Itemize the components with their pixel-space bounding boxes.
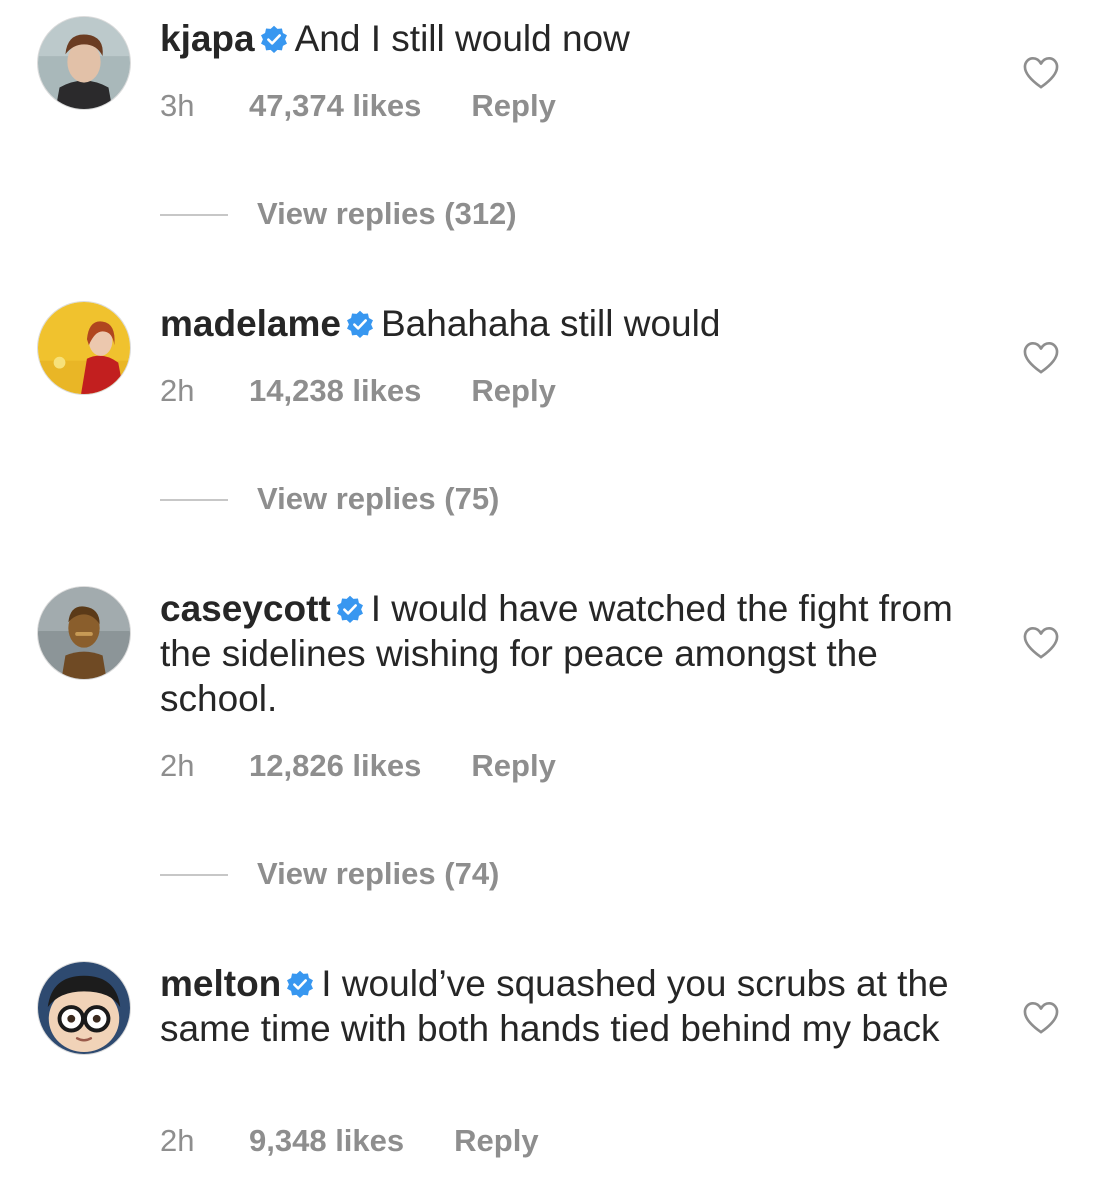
likes-count[interactable]: 14,238 likes [249, 373, 421, 409]
avatar[interactable] [37, 16, 131, 110]
verified-badge-icon [259, 25, 289, 55]
likes-count[interactable]: 47,374 likes [249, 88, 421, 124]
comment-text-block: caseycott I would have watched the fight … [160, 586, 960, 721]
comment-text: And I still would now [294, 18, 630, 59]
comment-time: 2h [160, 1123, 195, 1158]
comment-text: Bahahaha still would [381, 303, 721, 344]
comment-meta: 2h 9,348 likes Reply [160, 1123, 539, 1159]
replies-divider [160, 874, 228, 876]
comment-meta: 2h 14,238 likes Reply [160, 373, 556, 409]
comment-username[interactable]: caseycott [160, 588, 331, 629]
avatar[interactable] [37, 586, 131, 680]
heart-outline-icon[interactable] [1022, 626, 1060, 660]
comment-time: 3h [160, 88, 195, 123]
reply-button[interactable]: Reply [471, 748, 555, 784]
reply-button[interactable]: Reply [471, 373, 555, 409]
view-replies-button[interactable]: View replies (312) [257, 194, 517, 234]
replies-divider [160, 214, 228, 216]
comment-text-block: madelame Bahahaha still would [160, 301, 960, 346]
likes-count[interactable]: 12,826 likes [249, 748, 421, 784]
comment-username[interactable]: madelame [160, 303, 341, 344]
view-replies-button[interactable]: View replies (75) [257, 479, 499, 519]
comment-username[interactable]: kjapa [160, 18, 255, 59]
view-replies-button[interactable]: View replies (74) [257, 854, 499, 894]
reply-button[interactable]: Reply [471, 88, 555, 124]
comment-meta: 3h 47,374 likes Reply [160, 88, 556, 124]
verified-badge-icon [345, 310, 375, 340]
replies-divider [160, 499, 228, 501]
comment-text-block: kjapa And I still would now [160, 16, 960, 61]
avatar[interactable] [37, 961, 131, 1055]
likes-count[interactable]: 9,348 likes [249, 1123, 404, 1159]
comment-username[interactable]: melton [160, 963, 281, 1004]
reply-button[interactable]: Reply [454, 1123, 538, 1159]
comment-time: 2h [160, 748, 195, 783]
avatar[interactable] [37, 301, 131, 395]
comment-meta: 2h 12,826 likes Reply [160, 748, 556, 784]
comment-text-block: melton I would’ve squashed you scrubs at … [160, 961, 960, 1051]
verified-badge-icon [335, 595, 365, 625]
heart-outline-icon[interactable] [1022, 56, 1060, 90]
heart-outline-icon[interactable] [1022, 341, 1060, 375]
heart-outline-icon[interactable] [1022, 1001, 1060, 1035]
comment-time: 2h [160, 373, 195, 408]
verified-badge-icon [285, 970, 315, 1000]
